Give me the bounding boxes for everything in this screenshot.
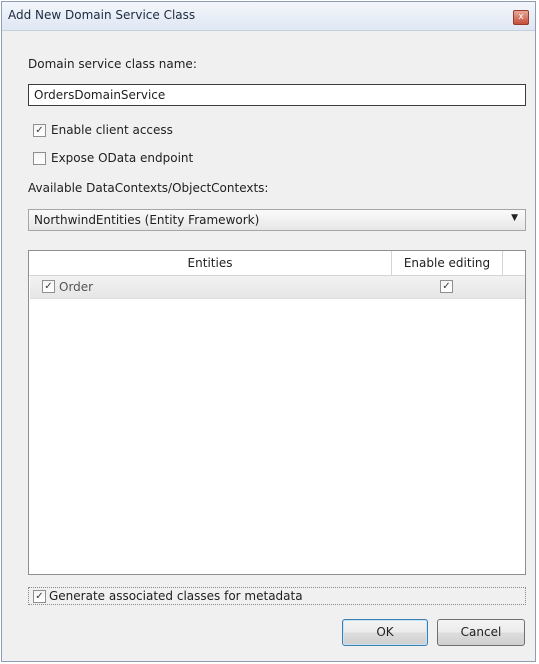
entities-grid: Entities Enable editing Order xyxy=(28,250,526,575)
add-domain-service-dialog: Add New Domain Service Class x Domain se… xyxy=(1,1,536,662)
entity-select-checkbox[interactable] xyxy=(42,280,55,293)
enable-client-access-label: Enable client access xyxy=(51,123,173,137)
generate-metadata-checkbox[interactable] xyxy=(33,590,46,603)
expose-odata-label: Expose OData endpoint xyxy=(51,151,194,165)
dropdown-arrow-icon: ▼ xyxy=(511,213,518,223)
cancel-button[interactable]: Cancel xyxy=(437,619,525,646)
column-header-entities[interactable]: Entities xyxy=(29,251,392,275)
grid-header: Entities Enable editing xyxy=(29,251,525,276)
expose-odata-checkbox[interactable] xyxy=(33,152,46,165)
dialog-body: Domain service class name: OrdersDomainS… xyxy=(2,31,535,661)
contexts-select[interactable]: NorthwindEntities (Entity Framework) ▼ xyxy=(28,209,526,231)
contexts-selected-value: NorthwindEntities (Entity Framework) xyxy=(34,213,260,227)
close-icon[interactable]: x xyxy=(513,10,529,25)
entity-name: Order xyxy=(59,280,94,294)
table-row[interactable]: Order xyxy=(30,276,525,299)
ok-button[interactable]: OK xyxy=(342,619,428,646)
dialog-title: Add New Domain Service Class xyxy=(8,8,196,22)
generate-metadata-option[interactable]: Generate associated classes for metadata xyxy=(28,587,526,605)
enable-client-access-checkbox[interactable] xyxy=(33,124,46,137)
class-name-label: Domain service class name: xyxy=(28,57,197,71)
class-name-input[interactable]: OrdersDomainService xyxy=(28,84,526,106)
column-header-enable-editing[interactable]: Enable editing xyxy=(392,251,503,275)
generate-metadata-label: Generate associated classes for metadata xyxy=(49,589,303,603)
title-bar[interactable]: Add New Domain Service Class x xyxy=(2,2,535,31)
contexts-label: Available DataContexts/ObjectContexts: xyxy=(28,181,269,195)
enable-editing-checkbox[interactable] xyxy=(440,280,453,293)
